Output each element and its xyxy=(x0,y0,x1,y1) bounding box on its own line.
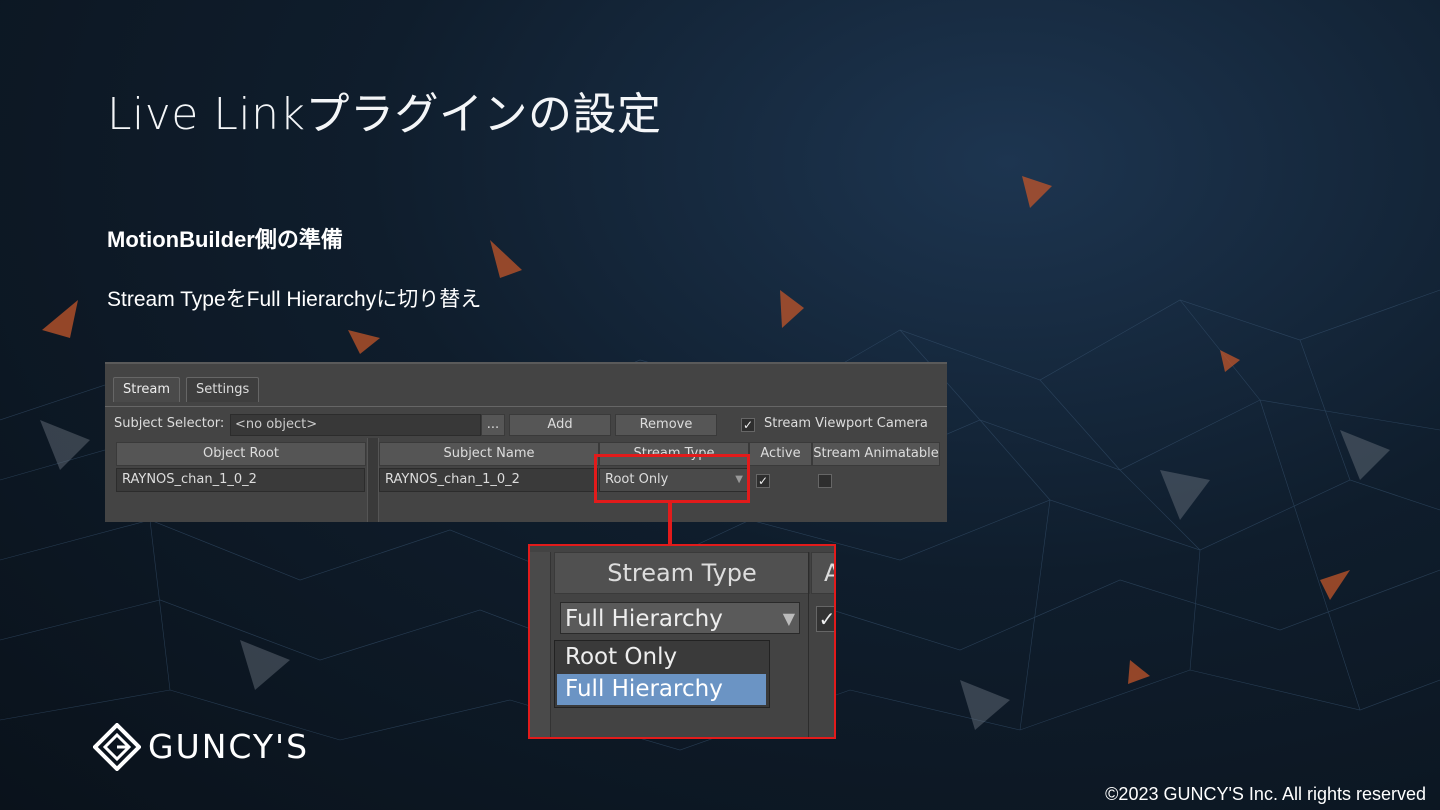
tab-stream[interactable]: Stream xyxy=(113,377,181,402)
stream-viewport-camera-checkbox[interactable]: ✓ xyxy=(741,418,755,432)
stream-type-highlight xyxy=(594,454,750,503)
section-heading: MotionBuilder側の準備 xyxy=(107,227,343,252)
zoom-active-header: A xyxy=(811,552,834,594)
subject-name-cell[interactable]: RAYNOS_chan_1_0_2 xyxy=(379,468,598,492)
table-splitter[interactable] xyxy=(367,438,379,522)
browse-button[interactable]: ... xyxy=(481,414,505,436)
subject-name-header[interactable]: Subject Name xyxy=(379,442,599,466)
zoom-stream-type-select[interactable]: Full Hierarchy ▼ xyxy=(560,602,800,634)
chevron-down-icon: ▼ xyxy=(782,609,795,628)
zoom-column-divider xyxy=(808,552,809,737)
dropdown-list: Root Only Full Hierarchy xyxy=(554,640,770,708)
tab-divider xyxy=(105,406,947,407)
dropdown-option-root-only[interactable]: Root Only xyxy=(557,642,766,673)
add-button[interactable]: Add xyxy=(509,414,611,436)
subject-selector-label: Subject Selector: xyxy=(114,416,225,431)
zoom-selected-value: Full Hierarchy xyxy=(565,606,723,632)
subject-selector-field[interactable]: <no object> xyxy=(230,414,481,436)
active-checkbox[interactable]: ✓ xyxy=(756,474,770,488)
object-root-cell[interactable]: RAYNOS_chan_1_0_2 xyxy=(116,468,365,492)
dropdown-option-full-hierarchy[interactable]: Full Hierarchy xyxy=(557,674,766,705)
object-root-header[interactable]: Object Root xyxy=(116,442,366,466)
tab-settings[interactable]: Settings xyxy=(186,377,260,402)
copyright: ©2023 GUNCY'S Inc. All rights reserved xyxy=(1105,784,1426,804)
instruction-text: Stream TypeをFull Hierarchyに切り替え xyxy=(107,288,482,311)
subject-selector-row: Subject Selector: <no object> ... Add Re… xyxy=(105,412,947,436)
active-header[interactable]: Active xyxy=(749,442,812,466)
motionbuilder-livelink-panel: Stream Settings Subject Selector: <no ob… xyxy=(105,362,947,522)
logo-text: GUNCY'S xyxy=(148,727,310,766)
stream-viewport-camera-label: Stream Viewport Camera xyxy=(764,416,928,431)
slide-title: Live Linkプラグインの設定 xyxy=(107,89,662,140)
stream-animatable-header[interactable]: Stream Animatable xyxy=(812,442,940,466)
guncys-logo: GUNCY'S xyxy=(92,722,307,773)
zoom-stream-type-header[interactable]: Stream Type xyxy=(554,552,810,594)
guncys-logo-icon xyxy=(92,722,142,772)
stream-animatable-checkbox[interactable] xyxy=(818,474,832,488)
zoom-active-checkbox[interactable]: ✓ xyxy=(816,606,834,632)
remove-button[interactable]: Remove xyxy=(615,414,717,436)
zoom-left-column xyxy=(530,552,551,737)
zoomed-stream-type-dropdown: Stream Type A Full Hierarchy ▼ ✓ Root On… xyxy=(528,544,836,739)
